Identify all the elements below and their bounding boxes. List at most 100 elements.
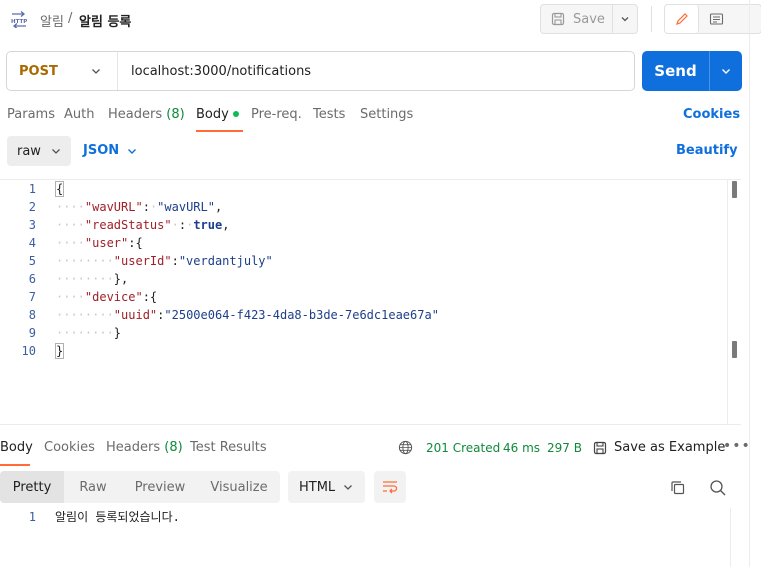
- globe-icon[interactable]: [398, 440, 413, 455]
- save-icon: [593, 441, 607, 454]
- send-button[interactable]: Send: [642, 51, 710, 91]
- send-button-group: Send: [642, 51, 742, 91]
- response-tab-headers[interactable]: Headers (8): [106, 440, 190, 462]
- save-button[interactable]: Save: [541, 5, 614, 33]
- save-as-example-button[interactable]: Save as Example: [593, 440, 725, 455]
- save-button-group: Save: [540, 4, 638, 34]
- code-token-str: "verdantjuly": [178, 254, 273, 268]
- tab-settings[interactable]: Settings: [360, 106, 420, 130]
- indent-whitespace: ····: [56, 290, 85, 304]
- breadcrumb-parent[interactable]: 알림: [40, 11, 64, 30]
- code-line[interactable]: 6 ········},: [0, 270, 727, 288]
- breadcrumb-current[interactable]: 알림 등록: [79, 11, 131, 30]
- code-line[interactable]: 4 ····"user":{: [0, 234, 727, 252]
- wrap-lines-button[interactable]: [374, 471, 406, 503]
- language-label: JSON: [83, 143, 120, 158]
- code-line[interactable]: 8 ········"uuid":"2500e064-f423-4da8-b3de…: [0, 306, 727, 324]
- method-label: POST: [19, 63, 58, 79]
- response-size[interactable]: 297 B: [547, 441, 582, 455]
- tab-body[interactable]: Body: [196, 106, 251, 132]
- toolbar-divider: [651, 6, 652, 32]
- url-input[interactable]: [118, 52, 634, 90]
- editor-scrollbar[interactable]: [727, 179, 741, 425]
- code-line[interactable]: 10}: [0, 342, 727, 360]
- send-options-dropdown[interactable]: [710, 51, 742, 91]
- response-line-number: 1: [28, 510, 36, 524]
- response-scrollbar[interactable]: [730, 508, 742, 567]
- wrap-lines-icon: [383, 481, 398, 494]
- response-format-select[interactable]: HTML: [288, 471, 365, 503]
- code-token-kw: true: [193, 218, 223, 232]
- code-content: ········},: [56, 270, 128, 288]
- code-token-punc: {: [54, 181, 65, 197]
- line-number: 5: [28, 254, 36, 268]
- save-icon: [551, 12, 565, 26]
- response-view-tabs: Pretty Raw Preview Visualize: [0, 471, 280, 503]
- code-content: ····"user":{: [56, 234, 143, 252]
- response-tab-cookies[interactable]: Cookies: [44, 440, 106, 462]
- code-token-key: "device": [84, 290, 143, 304]
- response-time[interactable]: 46 ms: [503, 441, 540, 455]
- code-token-key: "readStatus": [84, 218, 172, 232]
- request-tabs: Params Auth Headers (8) Body Pre-req. Te…: [7, 106, 420, 132]
- language-select[interactable]: JSON: [83, 143, 137, 158]
- code-content: }: [54, 342, 65, 360]
- indent-whitespace: ····: [56, 200, 85, 214]
- tab-params[interactable]: Params: [7, 106, 64, 130]
- code-token-punc: ,: [214, 200, 223, 214]
- body-mode-select[interactable]: raw: [7, 136, 71, 166]
- code-token-dot: ·: [171, 218, 179, 232]
- search-icon[interactable]: [709, 479, 727, 497]
- beautify-button[interactable]: Beautify: [676, 143, 738, 158]
- line-number: 10: [21, 344, 36, 358]
- code-line[interactable]: 9 ········}: [0, 324, 727, 342]
- scrollbar-marker-top: [732, 181, 737, 198]
- breadcrumb-separator: /: [68, 11, 73, 26]
- svg-text:HTTP: HTTP: [11, 19, 27, 25]
- code-token-punc: }: [54, 343, 65, 359]
- view-tab-visualize[interactable]: Visualize: [198, 471, 280, 503]
- code-token-key: "user": [84, 236, 129, 250]
- chevron-down-icon: [344, 485, 352, 490]
- more-options-icon[interactable]: •••: [723, 438, 751, 454]
- code-token-key: "wavURL": [84, 200, 143, 214]
- code-token-key: "uuid": [113, 308, 158, 322]
- indent-whitespace: ········: [56, 272, 114, 286]
- document-icon: [709, 13, 723, 25]
- edit-mode-button[interactable]: [665, 5, 699, 33]
- code-line[interactable]: 5 ········"userId":"verdantjuly": [0, 252, 727, 270]
- indent-whitespace: ····: [56, 218, 85, 232]
- headers-count: (8): [166, 107, 185, 122]
- copy-icon[interactable]: [669, 479, 687, 497]
- code-line[interactable]: 1{: [0, 180, 727, 198]
- response-tab-test-results[interactable]: Test Results: [190, 440, 280, 462]
- code-line[interactable]: 2 ····"wavURL":·"wavURL",: [0, 198, 727, 216]
- response-status-code[interactable]: 201 Created: [426, 441, 500, 455]
- code-token-punc: },: [113, 272, 129, 286]
- response-tab-body[interactable]: Body: [0, 440, 44, 466]
- tab-auth[interactable]: Auth: [64, 106, 108, 130]
- documentation-mode-button[interactable]: [699, 5, 733, 33]
- code-line[interactable]: 7 ····"device":{: [0, 288, 727, 306]
- chevron-down-icon: [92, 69, 100, 74]
- view-tab-preview[interactable]: Preview: [122, 471, 198, 503]
- method-select[interactable]: POST: [7, 52, 118, 90]
- tab-pre-request[interactable]: Pre-req.: [251, 106, 313, 130]
- cookies-link[interactable]: Cookies: [683, 107, 740, 122]
- code-token-punc: :: [142, 200, 150, 214]
- code-token-str: "2500e064-f423-4da8-b3de-7e6dc1eae67a": [164, 308, 439, 322]
- indent-whitespace: ········: [56, 326, 114, 340]
- save-options-dropdown[interactable]: [613, 5, 637, 33]
- response-body-text[interactable]: 알림이 등록되었습니다.: [55, 507, 180, 527]
- tab-tests[interactable]: Tests: [313, 106, 360, 130]
- code-line[interactable]: 3 ····"readStatus"·:·true,: [0, 216, 727, 234]
- chevron-down-icon: [722, 69, 730, 74]
- code-content: ········}: [56, 324, 121, 342]
- view-tab-raw[interactable]: Raw: [64, 471, 122, 503]
- view-tab-pretty[interactable]: Pretty: [0, 471, 64, 503]
- tab-headers[interactable]: Headers (8): [108, 106, 196, 130]
- line-number: 4: [28, 236, 36, 250]
- code-token-punc: :: [178, 218, 187, 232]
- request-url-bar: POST: [6, 51, 635, 91]
- code-token-key: "userId": [113, 254, 172, 268]
